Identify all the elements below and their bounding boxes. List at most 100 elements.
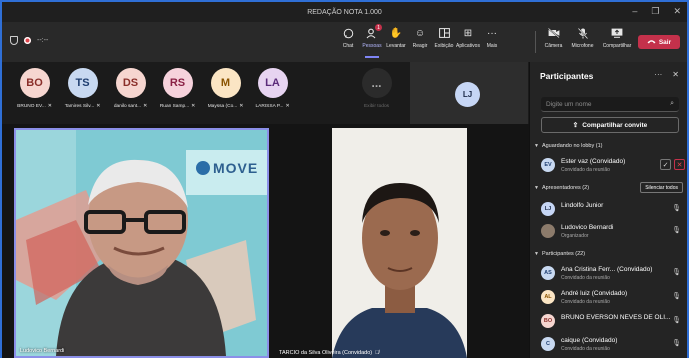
presenters-section-header[interactable]: ▼ Apresentadores (2) — [534, 185, 589, 191]
speaker-name: Ludovico Bernardi — [20, 348, 65, 354]
meeting-status: --:-- — [10, 36, 48, 45]
leave-label: Sair — [658, 38, 672, 46]
tile-name: LARISSA P... — [255, 104, 284, 109]
leave-button[interactable]: Sair — [638, 35, 680, 49]
show-all-label: Exibir todos — [363, 104, 390, 109]
deny-icon[interactable]: ✕ — [674, 159, 685, 170]
meeting-toolbar: --:-- Chat 1 Pessoas ✋ Levantar ☺ Reagir… — [2, 22, 687, 62]
show-all-tile[interactable]: ... Exibir todos — [354, 68, 399, 109]
participant-name: BRUNO EVERSON NEVES DE OLI... — [561, 314, 671, 321]
hand-icon: ✋ — [389, 27, 403, 39]
chevron-down-icon: ▼ — [534, 251, 539, 257]
mic-off-icon: ✕ — [96, 104, 101, 109]
panel-title: Participantes — [540, 71, 594, 81]
admit-icon[interactable]: ✓ — [660, 159, 671, 170]
camera-off-icon — [547, 27, 560, 39]
tile-caption: LARISSA P... ✕ — [250, 104, 295, 109]
view-button[interactable]: Exibição — [432, 27, 456, 49]
more-button[interactable]: ··· Mais — [480, 27, 504, 50]
tile-name: danilo sant... — [113, 104, 142, 109]
participant-row[interactable]: AS Ana Cristina Ferr... (Convidado) Convid… — [541, 264, 683, 284]
move-logo: MOVE — [196, 160, 258, 176]
participant-name-tag: TARCIO da Silva Oliveira (Convidado) 🎙̸ — [279, 350, 379, 356]
toolbar-divider — [535, 31, 536, 53]
react-label: Reagir — [412, 43, 428, 49]
tile-name: Ruan Samp... — [159, 104, 190, 109]
participant-name: caique (Convidado) — [561, 337, 618, 344]
mic-off-icon[interactable]: 🎙 — [672, 204, 681, 212]
participant-role: Convidado da reunião — [561, 275, 610, 281]
maximize-icon[interactable]: ❐ — [651, 6, 659, 17]
panel-close-icon[interactable]: ✕ — [672, 70, 679, 79]
toolbar-actions: Chat 1 Pessoas ✋ Levantar ☺ Reagir Exibi… — [336, 24, 504, 58]
participant-tile[interactable]: TS Tamires Silv... ✕ — [60, 68, 105, 109]
logo-icon — [196, 161, 210, 175]
tile-name: Tamires Silv... — [64, 104, 95, 109]
chat-button[interactable]: Chat — [336, 27, 360, 49]
mic-off-icon[interactable]: 🎙 — [672, 339, 681, 347]
mic-off-icon[interactable]: 🎙 — [672, 226, 681, 234]
mic-off-icon[interactable]: 🎙 — [672, 292, 681, 300]
search-input[interactable] — [541, 97, 661, 112]
participants-header-label: Participantes (22) — [541, 251, 586, 257]
participant-row[interactable]: Ccaique (Convidado) Convidado da reunião 🎙 — [541, 335, 683, 355]
mic-off-icon: ✕ — [143, 104, 148, 109]
apps-button[interactable]: ⊞ Aplicativos — [456, 27, 480, 50]
participant-row[interactable]: LJ Lindolfo Junior 🎙 — [541, 200, 683, 220]
minimize-icon[interactable]: – — [632, 6, 637, 17]
participant-video[interactable] — [332, 128, 467, 358]
logo-text: MOVE — [213, 160, 259, 176]
participant-row[interactable]: Ludovico Bernardi Organizador 🎙 — [541, 222, 683, 242]
share-screen-icon — [611, 27, 623, 39]
participant-role: Convidado da reunião — [561, 167, 610, 173]
media-controls: Câmera Microfone Compartilhar — [541, 27, 635, 49]
chevron-down-icon: ▼ — [534, 143, 539, 149]
avatar: AL — [541, 290, 555, 304]
participant-tile[interactable]: DS danilo sant... ✕ — [108, 68, 153, 109]
share-invite-label: Compartilhar convite — [582, 121, 648, 129]
panel-more-icon[interactable]: ··· — [654, 70, 662, 79]
share-button[interactable]: Compartilhar — [599, 27, 635, 49]
participant-strip: BO BRUNO EV... ✕ TS Tamires Silv... ✕ DS danilo… — [2, 62, 529, 124]
participant-row[interactable]: BO BRUNO EVERSON NEVES DE OLI... 🎙 — [541, 312, 683, 332]
phone-hangup-icon — [647, 39, 656, 46]
lindolfo-video-tile[interactable]: LJ — [410, 62, 528, 124]
more-icon: ··· — [487, 27, 497, 39]
plus-square-icon: ⊞ — [463, 27, 473, 39]
participant-name: Ana Cristina Ferr... (Convidado) — [561, 266, 653, 273]
participant-tile[interactable]: LA LARISSA P... ✕ — [250, 68, 295, 109]
participant-tile[interactable]: BO BRUNO EV... ✕ — [12, 68, 57, 109]
close-icon[interactable]: ✕ — [673, 6, 681, 17]
avatar: AS — [541, 266, 555, 280]
participant-row[interactable]: AL André luiz (Convidado) Convidado da reu… — [541, 288, 683, 308]
view-label: Exibição — [434, 43, 454, 49]
lobby-section-header[interactable]: ▼ Aguardando no lobby (1) — [534, 143, 603, 149]
share-invite-button[interactable]: ⇪ Compartilhar convite — [541, 117, 679, 133]
camera-button[interactable]: Câmera — [541, 27, 566, 49]
react-button[interactable]: ☺ Reagir — [408, 27, 432, 50]
main-speaker-video[interactable]: MOVE Ludovico Bernardi — [14, 128, 269, 358]
raise-hand-button[interactable]: ✋ Levantar — [384, 27, 408, 50]
people-button[interactable]: 1 Pessoas — [360, 24, 384, 58]
mic-off-icon: ✕ — [285, 104, 290, 109]
mic-off-icon: ✕ — [239, 104, 244, 109]
microphone-button[interactable]: Microfone — [566, 27, 599, 49]
mute-all-button[interactable]: Silenciar todos — [640, 182, 683, 193]
participant-row[interactable]: EV Ester vaz (Convidado) Convidado da reun… — [541, 156, 685, 176]
share-icon: ⇪ — [572, 122, 579, 129]
apps-label: Aplicativos — [456, 43, 480, 49]
chevron-down-icon: ▼ — [534, 185, 539, 191]
participants-section-header[interactable]: ▼ Participantes (22) — [534, 251, 585, 257]
participant-tile[interactable]: RS Ruan Samp... ✕ — [155, 68, 200, 109]
participant-name: Ludovico Bernardi — [561, 224, 614, 231]
window-controls: – ❐ ✕ — [632, 6, 681, 17]
mic-off-icon[interactable]: 🎙 — [672, 316, 681, 324]
teams-meeting-window: REDAÇÃO NOTA 1.000 – ❐ ✕ --:-- Chat 1 Pe… — [0, 0, 689, 358]
mic-off-icon[interactable]: 🎙 — [672, 268, 681, 276]
participant-tile[interactable]: M Mayssa (Co... ✕ — [203, 68, 248, 109]
people-icon: 1 — [366, 24, 382, 39]
chat-label: Chat — [342, 43, 354, 49]
search-icon[interactable]: ⌕ — [670, 100, 674, 108]
participant-role: Organizador — [561, 233, 589, 239]
panel-controls: ··· ✕ — [654, 70, 679, 79]
